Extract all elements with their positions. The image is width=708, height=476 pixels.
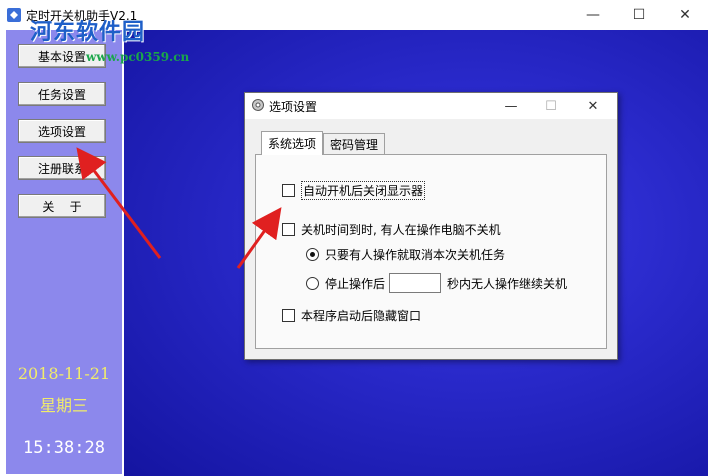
options-dialog: 选项设置 — ☐ ✕ 系统选项 密码管理 自动开机后关闭显示器 关机时间到时, … bbox=[244, 92, 618, 360]
option-settings-button[interactable]: 选项设置 bbox=[18, 119, 106, 143]
watermark-logo: 河东软件园 bbox=[30, 19, 146, 45]
weekday-display: 星期三 bbox=[39, 396, 88, 415]
tab-label: 密码管理 bbox=[329, 137, 378, 152]
option-label: 关机时间到时, 有人在操作电脑不关机 bbox=[301, 223, 501, 237]
auto-off-display-option[interactable]: 自动开机后关闭显示器 bbox=[282, 181, 426, 200]
dialog-minimize-button[interactable]: — bbox=[491, 93, 531, 119]
tab-password-management[interactable]: 密码管理 bbox=[323, 133, 385, 154]
option-label: 本程序启动后隐藏窗口 bbox=[301, 309, 422, 323]
watermark-url: www.pc0359.cn bbox=[86, 50, 190, 64]
dialog-maximize-button: ☐ bbox=[545, 98, 557, 114]
no-shutdown-if-active-option[interactable]: 关机时间到时, 有人在操作电脑不关机 bbox=[282, 221, 501, 238]
date-display: 2018-11-21 bbox=[17, 364, 111, 383]
checkbox[interactable] bbox=[282, 309, 295, 322]
time-display: 15:38:28 bbox=[23, 438, 105, 458]
system-options-panel: 自动开机后关闭显示器 关机时间到时, 有人在操作电脑不关机 只要有人操作就取消本… bbox=[255, 154, 607, 349]
radio-button[interactable] bbox=[306, 276, 319, 290]
app-icon bbox=[7, 8, 21, 22]
close-button[interactable]: ✕ bbox=[662, 0, 708, 30]
option-label: 只要有人操作就取消本次关机任务 bbox=[325, 248, 506, 262]
hide-window-option[interactable]: 本程序启动后隐藏窗口 bbox=[282, 307, 421, 324]
tab-system-options[interactable]: 系统选项 bbox=[261, 131, 323, 155]
option-label-suffix: 秒内无人操作继续关机 bbox=[447, 276, 568, 291]
tab-label: 系统选项 bbox=[267, 137, 316, 151]
checkbox[interactable] bbox=[282, 184, 295, 197]
dialog-title: 选项设置 bbox=[269, 100, 318, 114]
sidebar: 基本设置 任务设置 选项设置 注册联系 关 于 2018-11-21 星期三 1… bbox=[6, 30, 124, 474]
radio-cancel-task[interactable]: 只要有人操作就取消本次关机任务 bbox=[306, 246, 505, 263]
option-label: 自动开机后关闭显示器 bbox=[301, 181, 426, 200]
stop-seconds-input[interactable] bbox=[389, 273, 442, 293]
register-contact-button[interactable]: 注册联系 bbox=[18, 156, 106, 180]
checkbox[interactable] bbox=[282, 223, 295, 236]
radio-continue-shutdown[interactable]: 停止操作后 秒内无人操作继续关机 bbox=[306, 273, 567, 293]
dialog-title-bar: 选项设置 — ☐ ✕ bbox=[245, 93, 617, 119]
maximize-button[interactable]: ☐ bbox=[616, 0, 662, 30]
task-settings-button[interactable]: 任务设置 bbox=[18, 82, 106, 106]
gear-icon bbox=[252, 99, 264, 111]
option-label-prefix: 停止操作后 bbox=[325, 276, 386, 291]
minimize-button[interactable]: — bbox=[570, 0, 616, 30]
dialog-close-button[interactable]: ✕ bbox=[573, 93, 613, 119]
about-button[interactable]: 关 于 bbox=[18, 194, 106, 218]
radio-button[interactable] bbox=[306, 248, 319, 261]
